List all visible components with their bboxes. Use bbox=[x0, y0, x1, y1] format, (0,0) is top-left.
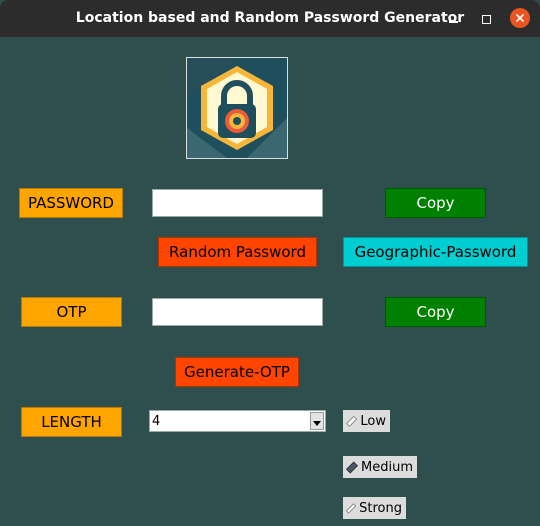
chevron-down-icon bbox=[313, 421, 321, 426]
password-field[interactable] bbox=[152, 189, 323, 217]
password-label: PASSWORD bbox=[19, 188, 123, 218]
radio-indicator-medium bbox=[345, 460, 359, 474]
radio-indicator-low bbox=[345, 415, 358, 427]
generate-otp-button[interactable]: Generate-OTP bbox=[175, 357, 299, 387]
app-logo bbox=[186, 57, 288, 159]
length-combobox[interactable]: 4 bbox=[149, 410, 326, 432]
radio-medium[interactable]: Medium bbox=[343, 456, 417, 478]
radio-low-label: Low bbox=[360, 413, 386, 429]
combobox-dropdown-button[interactable] bbox=[310, 412, 324, 430]
copy-otp-button[interactable]: Copy bbox=[385, 297, 486, 327]
close-button[interactable] bbox=[510, 8, 530, 28]
length-value: 4 bbox=[152, 414, 161, 429]
radio-strong-label: Strong bbox=[359, 500, 402, 516]
copy-password-button[interactable]: Copy bbox=[385, 188, 486, 218]
radio-indicator-strong bbox=[345, 502, 357, 514]
random-password-button[interactable]: Random Password bbox=[158, 237, 317, 267]
otp-field[interactable] bbox=[152, 298, 323, 326]
length-label: LENGTH bbox=[21, 407, 122, 437]
radio-medium-label: Medium bbox=[361, 459, 413, 475]
minimize-button[interactable] bbox=[442, 8, 464, 30]
geographic-password-button[interactable]: Geographic-Password bbox=[343, 237, 528, 267]
radio-low[interactable]: Low bbox=[343, 410, 390, 432]
radio-strong[interactable]: Strong bbox=[343, 497, 406, 519]
maximize-button[interactable] bbox=[475, 8, 497, 30]
padlock-icon bbox=[187, 58, 287, 158]
otp-label: OTP bbox=[21, 297, 122, 327]
maximize-icon bbox=[481, 14, 491, 24]
title-bar: Location based and Random Password Gener… bbox=[0, 0, 540, 37]
minimize-icon bbox=[448, 21, 458, 23]
close-icon bbox=[516, 14, 524, 22]
